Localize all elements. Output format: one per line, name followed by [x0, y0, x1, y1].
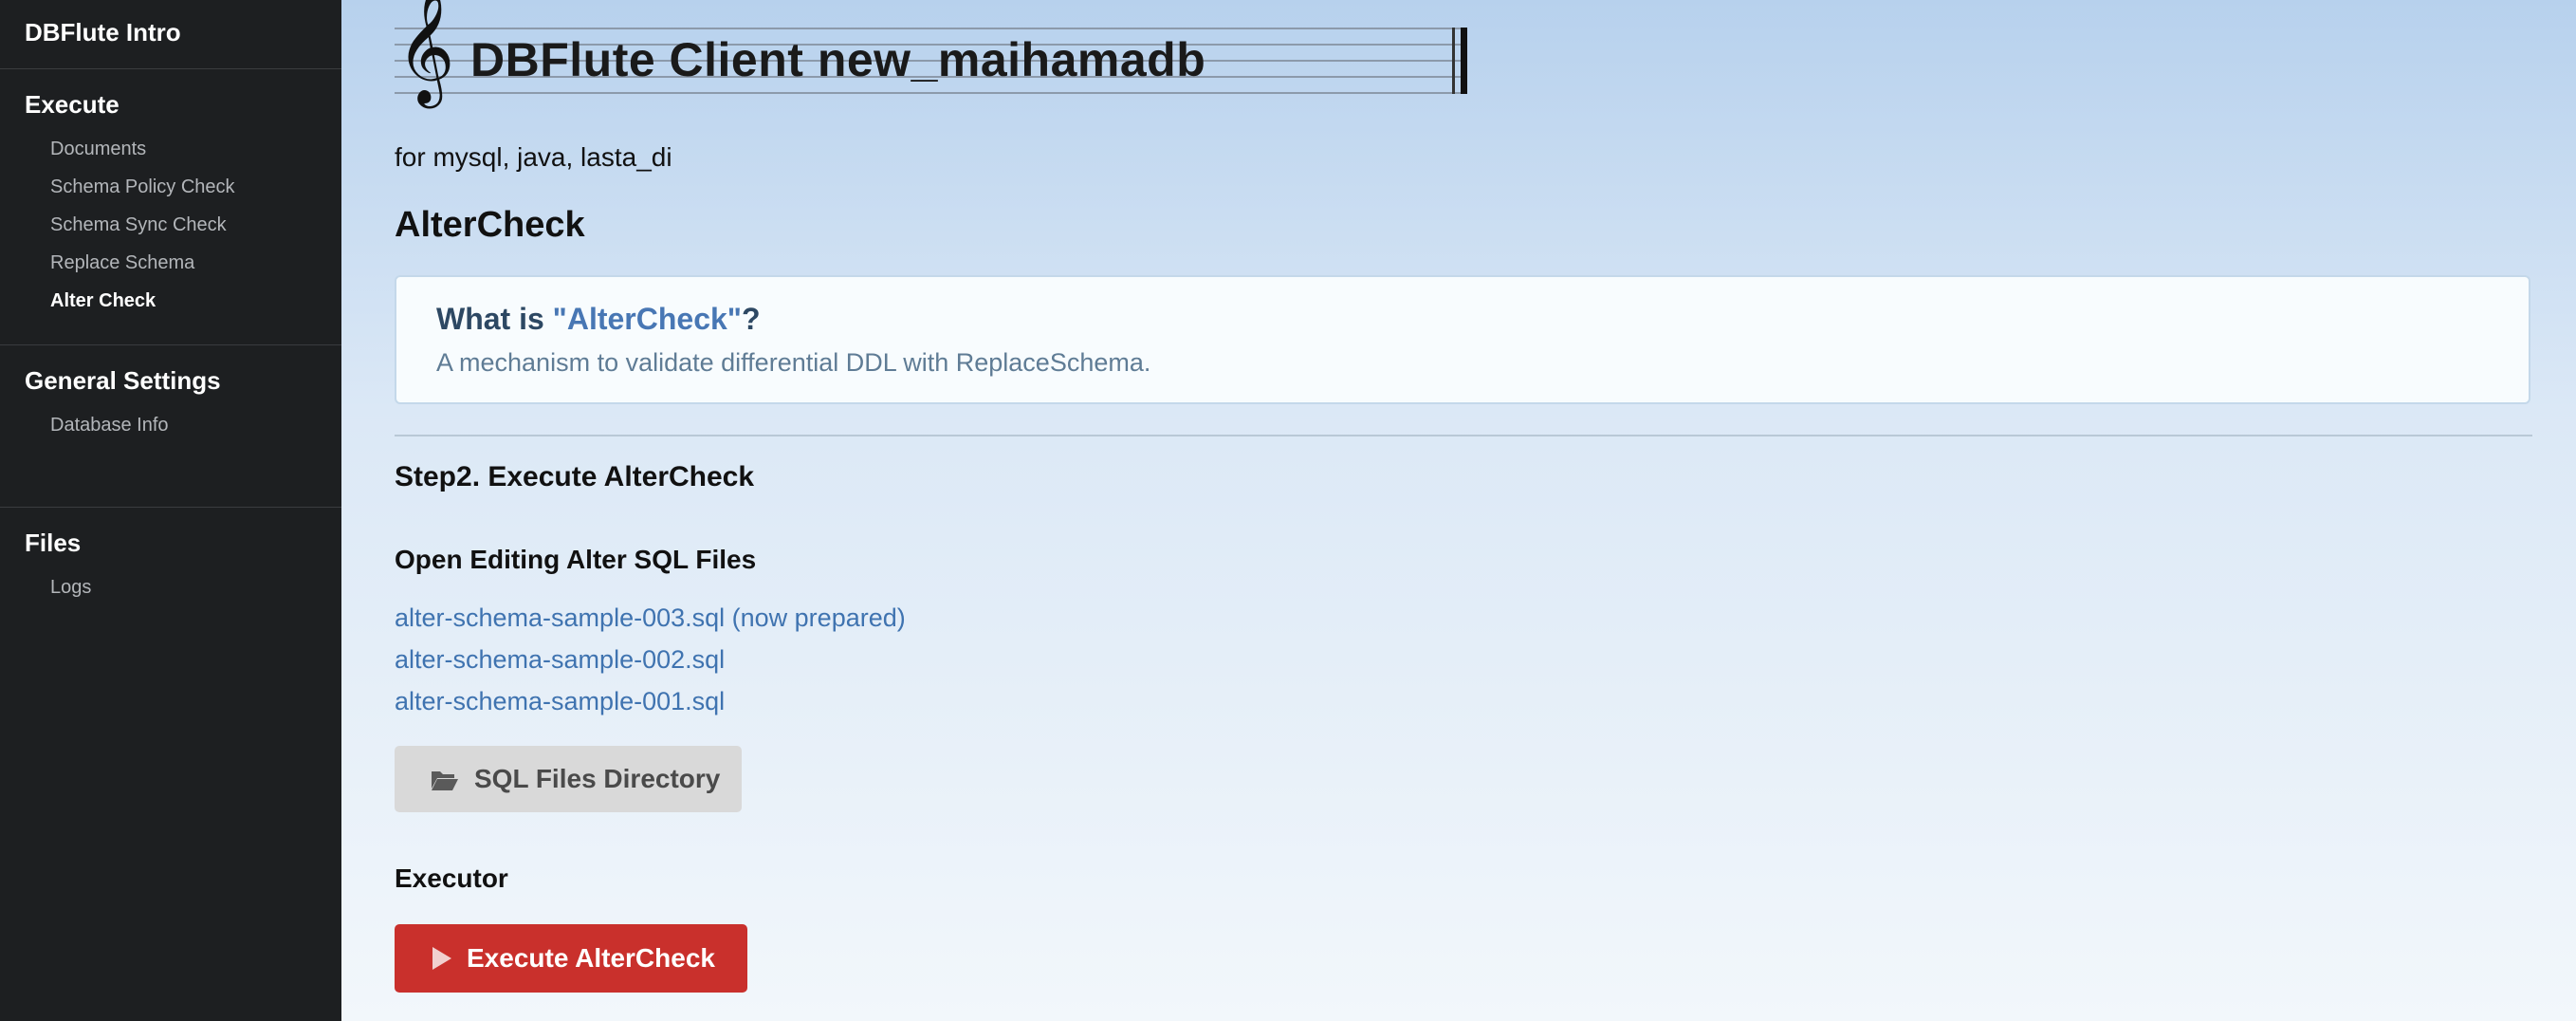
sidebar-item-database-info[interactable]: Database Info — [0, 406, 341, 444]
sidebar-section-files: Files Logs — [0, 508, 341, 631]
sidebar-section-title: Execute — [25, 90, 120, 119]
title-banner: 𝄞 DBFlute Client new_maihamadb — [395, 0, 1471, 116]
sidebar-item-schema-policy-check[interactable]: Schema Policy Check — [0, 168, 341, 206]
main-content: 𝄞 DBFlute Client new_maihamadb for mysql… — [341, 0, 2576, 1021]
play-icon — [432, 947, 451, 970]
info-title: What is "AlterCheck"? — [436, 302, 761, 337]
step-heading: Step2. Execute AlterCheck — [395, 461, 755, 492]
sidebar-section-title: Files — [25, 529, 82, 557]
staff-barline — [1461, 28, 1467, 94]
divider — [395, 435, 2532, 436]
info-box: What is "AlterCheck"? A mechanism to val… — [395, 275, 2530, 404]
info-title-suffix: ? — [741, 302, 761, 336]
sidebar-section-execute: Execute Documents Schema Policy Check Sc… — [0, 69, 341, 345]
execute-altercheck-label: Execute AlterCheck — [467, 943, 715, 973]
sidebar-item-alter-check[interactable]: Alter Check — [0, 282, 341, 320]
sidebar-item-replace-schema[interactable]: Replace Schema — [0, 244, 341, 282]
sql-files-directory-button[interactable]: SQL Files Directory — [395, 746, 742, 812]
info-title-highlight: "AlterCheck" — [552, 302, 742, 336]
sidebar-brand[interactable]: DBFlute Intro — [0, 0, 341, 69]
sidebar-section-title: General Settings — [25, 366, 221, 395]
sql-files-directory-label: SQL Files Directory — [474, 764, 721, 793]
page-subtitle: for mysql, java, lasta_di — [395, 142, 672, 172]
alter-sql-file-link[interactable]: alter-schema-sample-001.sql — [395, 687, 725, 716]
alter-sql-file-link[interactable]: alter-schema-sample-003.sql (now prepare… — [395, 603, 906, 633]
info-description: A mechanism to validate differential DDL… — [436, 348, 1151, 377]
staff-barline — [1452, 28, 1455, 94]
open-files-heading: Open Editing Alter SQL Files — [395, 545, 757, 574]
alter-sql-file-link[interactable]: alter-schema-sample-002.sql — [395, 645, 725, 675]
sidebar: DBFlute Intro Execute Documents Schema P… — [0, 0, 341, 1021]
folder-open-icon — [431, 768, 459, 790]
treble-clef-icon: 𝄞 — [396, 0, 455, 103]
execute-altercheck-button[interactable]: Execute AlterCheck — [395, 924, 747, 993]
sidebar-item-documents[interactable]: Documents — [0, 130, 341, 168]
section-heading: AlterCheck — [395, 205, 585, 245]
sidebar-section-general-settings: General Settings Database Info — [0, 345, 341, 508]
executor-heading: Executor — [395, 863, 508, 893]
sidebar-item-schema-sync-check[interactable]: Schema Sync Check — [0, 206, 341, 244]
page-title: DBFlute Client new_maihamadb — [470, 33, 1206, 86]
sidebar-item-logs[interactable]: Logs — [0, 568, 341, 606]
info-title-prefix: What is — [436, 302, 553, 336]
